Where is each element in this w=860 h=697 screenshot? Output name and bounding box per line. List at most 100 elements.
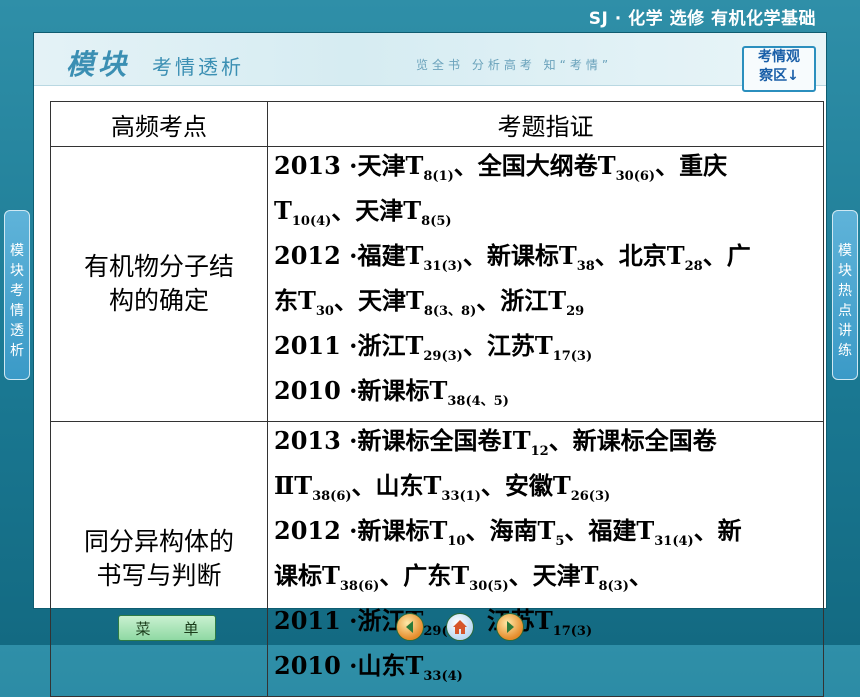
evidence-subscript: 38(6) [312,489,352,504]
evidence-line: 2013 ·天津T8(1)、全国大纲卷T30(6)、重庆 [274,149,817,194]
section-banner: 模块 考情透析 览全书 分析高考 知“考情” 考情观 察区↓ [34,33,826,92]
evidence-subscript: 38 [576,259,595,274]
table-row: 有机物分子结 构的确定 2013 ·天津T8(1)、全国大纲卷T30(6)、重庆… [50,146,824,422]
evidence-subscript: 17(3) [552,349,593,364]
evidence-line: ⅡT38(6)、山东T33(1)、安徽T26(3) [274,469,817,514]
evidence-subscript: 30(5) [469,579,509,594]
left-tab-label: 模块考情透析 [10,243,24,359]
evidence-line: 2010 ·新课标T38(4、5) [274,374,817,419]
evidence-subscript: 38(6) [339,579,380,594]
content-panel: 模块 考情透析 览全书 分析高考 知“考情” 考情观 察区↓ 高频考点 考题指证… [34,33,826,697]
row-label-line: 有机物分子结 [83,252,234,281]
evidence-text: 、广 [702,241,751,270]
row-label: 有机物分子结 构的确定 [50,146,268,422]
course-title: SJ · 化学 选修 有机化学基础 [588,9,816,29]
evidence-subscript: 33(4) [423,669,463,684]
evidence-line: 2011 ·浙江T29(6)、江苏T17(3) [274,604,817,649]
evidence-text: 、天津T [333,286,424,315]
left-nav-tab[interactable]: 模块考情透析 [4,210,30,380]
evidence-text: 、安徽T [480,471,571,500]
evidence-text: 2013 ·新课标全国卷ⅠT [274,426,531,455]
banner-title-rest: 考情透析 [152,55,244,79]
evidence-text: ⅡT [274,471,313,500]
evidence-subscript: 31(3) [423,259,463,274]
prev-button[interactable] [396,613,424,641]
evidence-text: 2010 ·新课标T [274,376,448,405]
evidence-subscript: 29 [566,304,585,319]
home-icon [453,620,467,634]
evidence-text: 、新课标T [462,241,577,270]
menu-char-2: 单 [183,619,199,638]
evidence-subscript: 33(1) [441,489,481,504]
evidence-text: 、海南T [465,516,556,545]
table-row: 同分异构体的 书写与判断 2013 ·新课标全国卷ⅠT12、新课标全国卷 ⅡT38… [50,421,824,697]
exam-view-badge[interactable]: 考情观 察区↓ [742,46,816,92]
evidence-text: 2011 ·浙江T [274,331,424,360]
evidence-subscript: 8(1) [423,169,454,184]
next-icon [507,621,514,633]
evidence-text: 、天津T [508,561,599,590]
evidence-subscript: 31(4) [654,534,694,549]
evidence-text: 2012 ·福建T [274,241,424,270]
evidence-subscript: 17(3) [552,624,593,639]
row-evidence: 2013 ·天津T8(1)、全国大纲卷T30(6)、重庆 T10(4)、天津T8(… [267,146,824,422]
evidence-line: 东T30、天津T8(3、8)、浙江T29 [274,284,817,329]
right-tab-label: 模块热点讲练 [838,243,852,359]
evidence-text: 课标T [274,561,340,590]
badge-line-2: 察区↓ [759,68,799,84]
evidence-text: 、广东T [379,561,470,590]
banner-title-main: 模块 [66,48,131,81]
row-label: 同分异构体的 书写与判断 [50,421,268,697]
right-nav-tab[interactable]: 模块热点讲练 [832,210,858,380]
evidence-line: 课标T38(6)、广东T30(5)、天津T8(3)、 [274,559,817,604]
row-label-line: 同分异构体的 [83,527,234,556]
next-button[interactable] [496,613,524,641]
row-label-line: 书写与判断 [96,561,222,590]
evidence-subscript: 30 [315,304,334,319]
evidence-subscript: 38(4、5) [447,394,509,409]
evidence-subscript: 10(4) [291,214,332,229]
evidence-subscript: 8(5) [421,214,452,229]
prev-icon [406,621,413,633]
home-button[interactable] [446,613,474,641]
row-label-line: 构的确定 [108,286,209,315]
evidence-line: 2010 ·山东T33(4) [274,649,817,694]
evidence-subscript: 8(3) [598,579,629,594]
evidence-text: 、全国大纲卷T [453,151,616,180]
evidence-line: 2012 ·新课标T10、海南T5、福建T31(4)、新 [274,514,817,559]
evidence-text: 、福建T [564,516,655,545]
evidence-text: T [274,196,292,225]
evidence-text: 、 [628,561,653,590]
evidence-subscript: 29(3) [423,349,463,364]
evidence-text: 、江苏T [462,331,553,360]
header-high-frequency: 高频考点 [50,101,268,147]
evidence-line: 2012 ·福建T31(3)、新课标T38、北京T28、广 [274,239,817,284]
evidence-text: 、浙江T [476,286,567,315]
menu-char-1: 菜 [135,619,151,638]
evidence-text: 、新 [693,516,742,545]
evidence-text: 2012 ·新课标T [274,516,448,545]
evidence-subscript: 10 [447,534,466,549]
evidence-subscript: 12 [530,444,549,459]
evidence-subscript: 28 [684,259,703,274]
evidence-text: 2010 ·山东T [274,651,424,680]
evidence-text: 、重庆 [655,151,728,180]
evidence-subscript: 30(6) [615,169,656,184]
header-exam-evidence: 考题指证 [267,101,824,147]
banner-subtitle: 览全书 分析高考 知“考情” [416,58,613,72]
evidence-subscript: 8(3、8) [423,304,477,319]
evidence-text: 、天津T [331,196,422,225]
badge-line-1: 考情观 [758,49,800,65]
evidence-text: 、山东T [351,471,442,500]
evidence-text: 、北京T [594,241,685,270]
evidence-text: 、新课标全国卷 [548,426,717,455]
evidence-line: 2011 ·浙江T29(3)、江苏T17(3) [274,329,817,374]
exam-points-table: 高频考点 考题指证 有机物分子结 构的确定 2013 ·天津T8(1)、全国大纲… [50,101,824,697]
evidence-text: 2013 ·天津T [274,151,424,180]
evidence-text: 东T [274,286,316,315]
evidence-line: 2013 ·新课标全国卷ⅠT12、新课标全国卷 [274,424,817,469]
table-header-row: 高频考点 考题指证 [50,101,824,147]
evidence-subscript: 26(3) [570,489,611,504]
menu-button[interactable]: 菜 单 [118,615,216,641]
row-evidence: 2013 ·新课标全国卷ⅠT12、新课标全国卷 ⅡT38(6)、山东T33(1)、… [267,421,824,697]
